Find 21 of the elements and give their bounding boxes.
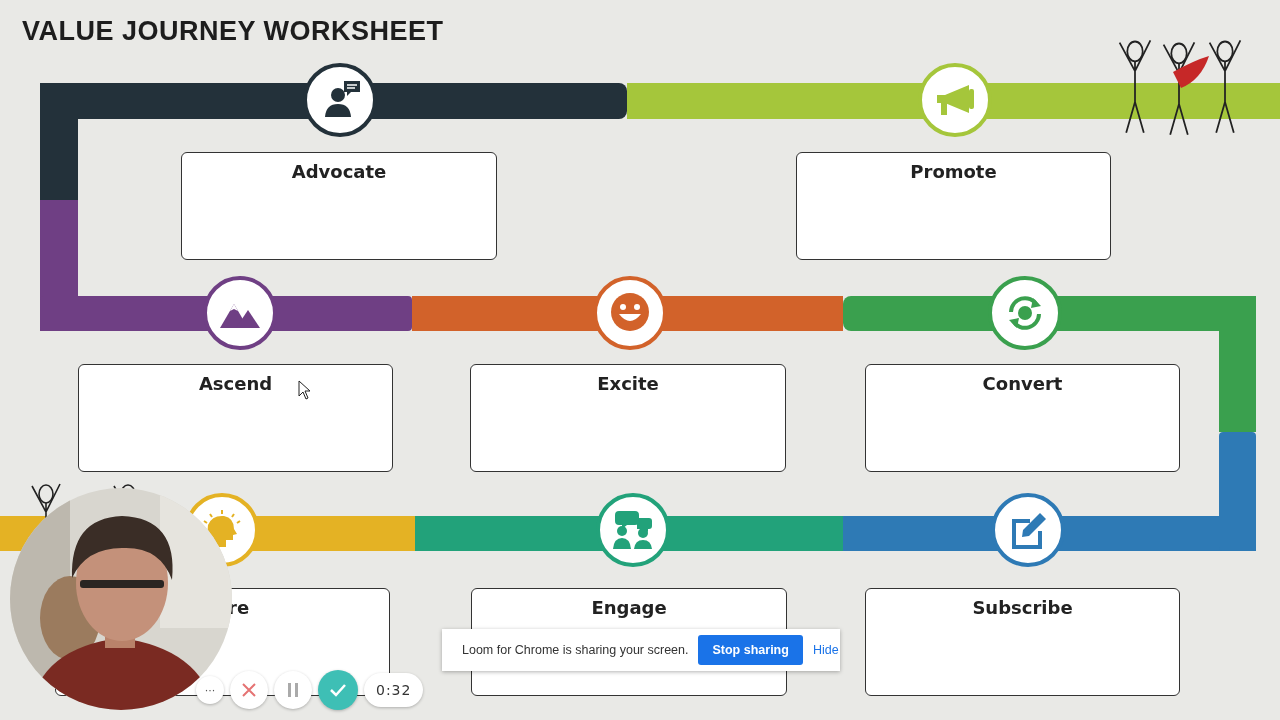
- stage-label: Advocate: [291, 161, 387, 182]
- stage-label: Ascend: [198, 373, 273, 394]
- cancel-button[interactable]: [230, 671, 268, 709]
- stage-label: Subscribe: [972, 597, 1073, 618]
- people-chat-icon: [611, 508, 655, 552]
- stage-label: Promote: [910, 161, 997, 182]
- pause-icon: [286, 682, 300, 698]
- finish-button[interactable]: [318, 670, 358, 710]
- pointer-icon: [298, 380, 312, 400]
- stage-label: Excite: [597, 373, 659, 394]
- hide-link[interactable]: Hide: [812, 643, 839, 657]
- sharing-message: Loom for Chrome is sharing your screen.: [462, 643, 689, 657]
- recording-timer: 0:32: [364, 673, 424, 707]
- close-icon: [241, 682, 257, 698]
- check-icon: [329, 683, 347, 697]
- more-button[interactable]: ···: [196, 676, 224, 704]
- slide-title: VALUE JOURNEY WORKSHEET: [21, 15, 445, 48]
- pause-button[interactable]: [274, 671, 312, 709]
- stage-label: Engage: [591, 597, 667, 618]
- stage-label: Convert: [982, 373, 1063, 394]
- stop-sharing-button[interactable]: Stop sharing: [698, 635, 803, 665]
